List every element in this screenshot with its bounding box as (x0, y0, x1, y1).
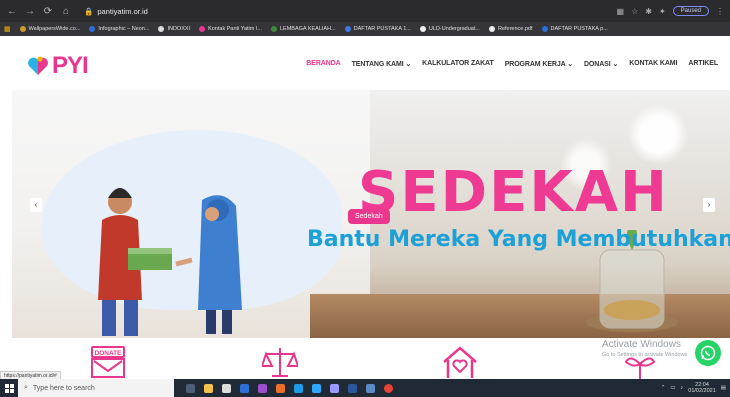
puzzle-icon[interactable]: ✱ (645, 7, 652, 16)
windows-taskbar: ⌕ Type here to search ⌃ ▭ ♪ 22:04 01/02/… (0, 379, 730, 397)
home-icon[interactable]: ⌂ (60, 6, 72, 17)
address-bar[interactable]: 🔒 pantiyatim.or.id (84, 7, 148, 16)
menu-item-kalkulator-zakat[interactable]: KALKULATOR ZAKAT (422, 60, 494, 68)
tray-chevron-icon[interactable]: ⌃ (661, 385, 666, 391)
notification-icon[interactable]: ▤ (721, 385, 726, 391)
forward-icon[interactable]: → (24, 6, 36, 17)
bookmark-icon (89, 26, 96, 32)
bookmarks-bar: ▦ WallpapersWide.co... Infographic – Neo… (0, 22, 730, 36)
activate-subtitle: Go to Settings to activate Windows. (602, 352, 689, 358)
whatsapp-icon (700, 345, 716, 361)
star-icon[interactable]: ☆ (631, 7, 638, 16)
slider-prev-button[interactable]: ‹ (30, 198, 42, 212)
address-text: pantiyatim.or.id (97, 6, 148, 16)
extension-icon[interactable]: ▦ (617, 7, 625, 16)
main-menu: BERANDA TENTANG KAMI ⌄ KALKULATOR ZAKAT … (306, 60, 718, 68)
bookmark-item[interactable]: INDOXXI (158, 26, 190, 32)
activate-windows-watermark: Activate Windows Go to Settings to activ… (602, 339, 689, 358)
bookmark-item[interactable]: WallpapersWide.co... (19, 26, 80, 32)
bookmark-item[interactable]: Infographic – Neon... (89, 26, 149, 32)
premiere-icon[interactable] (330, 383, 339, 393)
whatsapp-button[interactable] (695, 340, 721, 366)
apps-icon[interactable]: ▦ (4, 25, 11, 33)
start-button[interactable] (0, 379, 18, 397)
hero-subtitle: Bantu Mereka Yang Membutuhkan (307, 227, 730, 252)
bookmark-item[interactable]: Reference.pdf (488, 26, 533, 32)
menu-item-tentang-kami[interactable]: TENTANG KAMI ⌄ (352, 60, 412, 68)
bookmark-item[interactable]: DAFTAR PUSTAKA p... (541, 26, 608, 32)
back-icon[interactable]: ← (6, 6, 18, 17)
justice-scale-icon[interactable] (262, 346, 298, 378)
bookmark-icon (419, 26, 426, 32)
word-icon[interactable] (348, 383, 357, 393)
bookmark-icon (158, 26, 165, 32)
bookmark-item[interactable]: ULD-Undergraduat... (419, 26, 480, 32)
taskbar-search[interactable]: ⌕ Type here to search (18, 379, 174, 397)
task-view-icon[interactable] (186, 383, 195, 393)
home-heart-icon[interactable] (440, 344, 480, 378)
menu-item-beranda[interactable]: BERANDA (306, 60, 340, 68)
bookmark-item[interactable]: Kontak Panti Yatim I... (199, 26, 262, 32)
system-tray: ⌃ ▭ ♪ 22:04 01/02/2021 ▤ (661, 382, 730, 394)
browser-toolbar: ← → ⟳ ⌂ 🔒 pantiyatim.or.id ▦ ☆ ✱ ✦ Pause… (0, 0, 730, 22)
bookmark-icon (271, 26, 277, 32)
charity-illustration (98, 188, 242, 336)
bookmark-item[interactable]: DAFTAR PUSTAKA 1... (344, 26, 411, 32)
donate-label: DONATE (95, 350, 123, 357)
logo-text: PYI (52, 52, 89, 79)
heart-logo-icon (28, 56, 48, 75)
mail-icon[interactable] (240, 383, 249, 393)
illustrator-icon[interactable] (276, 383, 285, 393)
store-icon[interactable] (222, 383, 231, 393)
windows-logo-icon (4, 383, 14, 393)
search-icon: ⌕ (24, 384, 28, 391)
bookmark-icon (541, 26, 548, 32)
profile-paused-button[interactable]: Paused (672, 6, 709, 16)
menu-icon[interactable]: ⋮ (716, 7, 724, 16)
clock-date: 01/02/2021 (688, 388, 716, 394)
bookmark-item[interactable]: LEMBAGA KEALIAH... (271, 26, 336, 32)
pin-icon[interactable]: ✦ (659, 7, 666, 16)
network-icon[interactable]: ▭ (670, 385, 675, 391)
menu-item-program-kerja[interactable]: PROGRAM KERJA ⌄ (505, 60, 573, 68)
hero-title: SEDEKAH (358, 160, 669, 225)
site-logo[interactable]: PYI (27, 52, 89, 80)
file-explorer-icon[interactable] (204, 383, 213, 393)
menu-item-donasi[interactable]: DONASI ⌄ (584, 60, 618, 68)
photoshop-icon[interactable] (312, 383, 321, 393)
bookmark-icon (199, 26, 206, 32)
bookmark-icon (488, 26, 495, 32)
chrome-icon[interactable] (384, 383, 393, 393)
bookmark-icon (344, 26, 351, 32)
taskbar-apps (186, 383, 393, 393)
bookmark-icon (19, 26, 26, 32)
activate-title: Activate Windows (602, 339, 681, 350)
lock-icon: 🔒 (84, 6, 94, 16)
menu-item-artikel[interactable]: ARTIKEL (688, 60, 718, 68)
reload-icon[interactable]: ⟳ (42, 6, 54, 17)
slider-next-button[interactable]: › (703, 198, 715, 212)
menu-item-kontak-kami[interactable]: KONTAK KAMI (629, 60, 677, 68)
volume-icon[interactable]: ♪ (681, 385, 684, 391)
after-effects-icon[interactable] (258, 383, 267, 393)
clock[interactable]: 22:04 01/02/2021 (688, 382, 716, 394)
edge-icon[interactable] (294, 383, 303, 393)
app-icon[interactable] (366, 383, 375, 393)
site-header: PYI BERANDA TENTANG KAMI ⌄ KALKULATOR ZA… (0, 36, 730, 90)
taskbar-search-placeholder: Type here to search (32, 384, 95, 392)
hero-tag[interactable]: Sedekah (348, 209, 390, 224)
donate-box-icon[interactable]: DONATE (88, 345, 128, 379)
